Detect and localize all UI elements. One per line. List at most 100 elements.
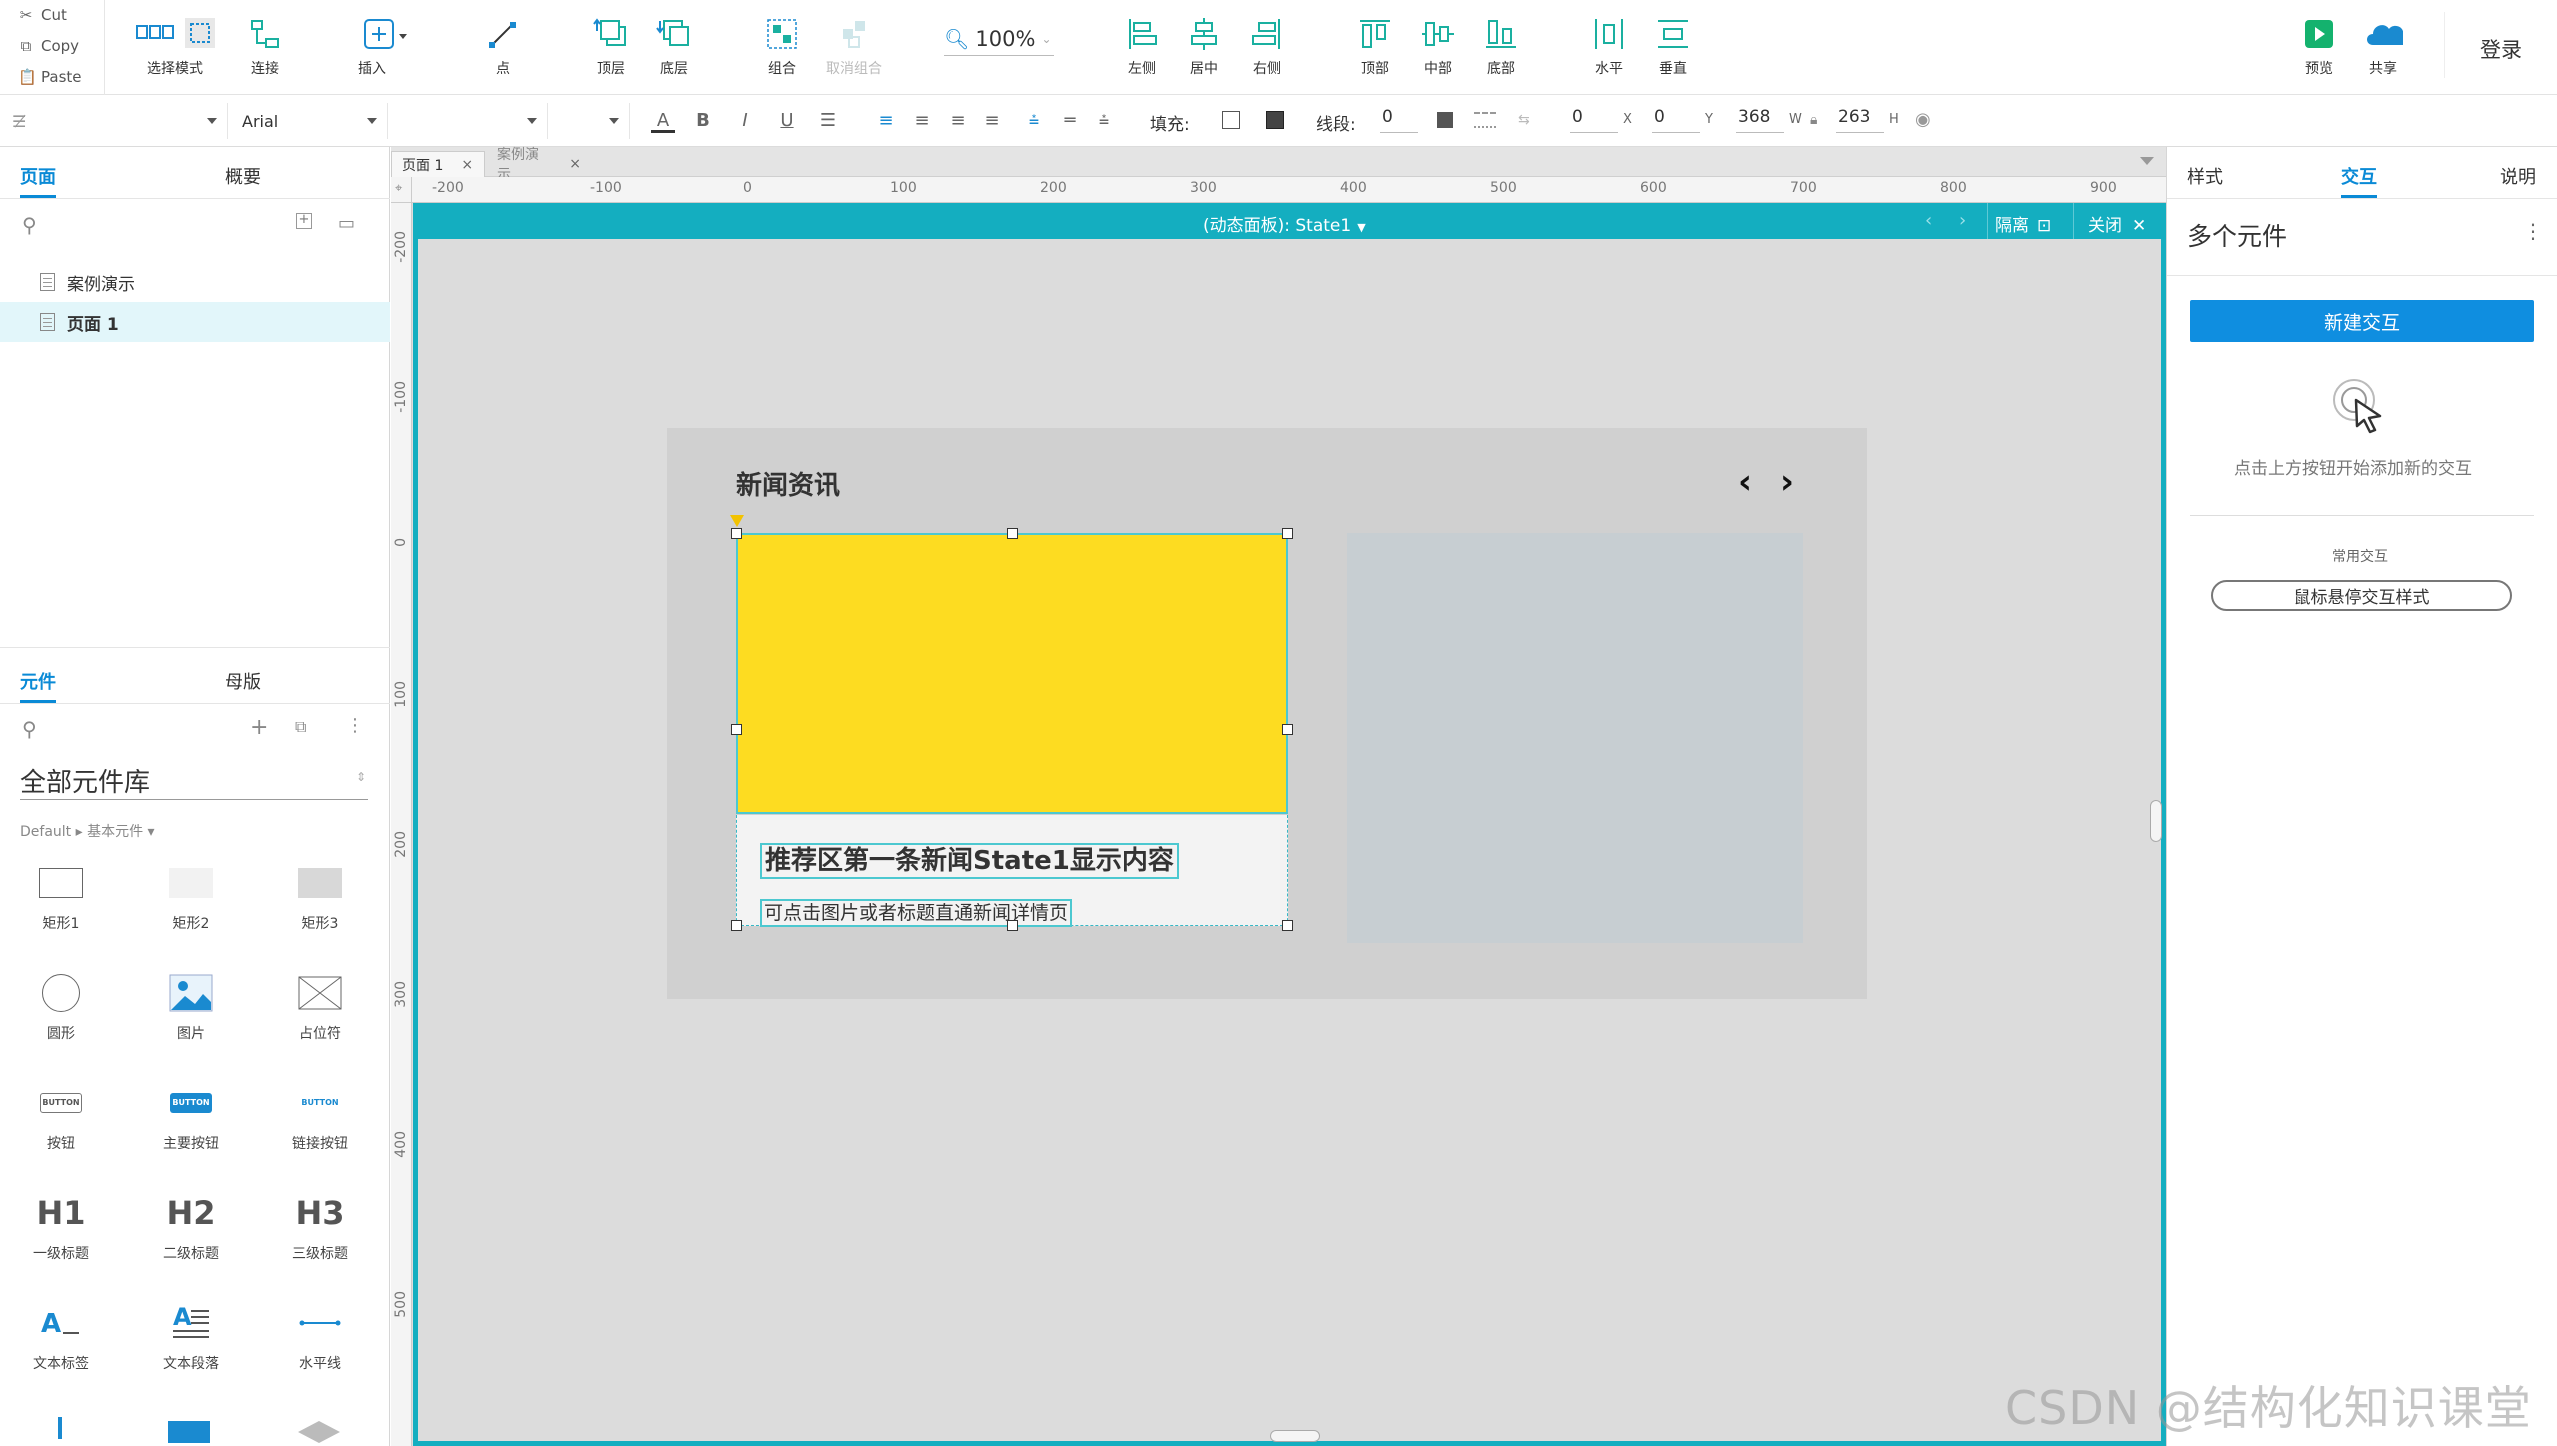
copy-button[interactable]: ⧉ Copy — [18, 35, 79, 57]
underline-button[interactable]: U — [775, 109, 799, 133]
distribute-vertical-button[interactable]: 垂直 — [1630, 14, 1716, 78]
widget-button[interactable]: BUTTON 按钮 — [1, 1077, 121, 1153]
widget-circle[interactable]: 圆形 — [1, 967, 121, 1043]
shadow-swatch[interactable] — [1266, 111, 1284, 129]
valign-top-button[interactable]: ⩮ — [1022, 109, 1046, 133]
y-input[interactable]: 0 — [1652, 107, 1700, 133]
valign-middle-button[interactable]: ═ — [1058, 109, 1082, 133]
cut-button[interactable]: ✂ Cut — [18, 4, 67, 26]
point-button[interactable]: 点 — [460, 14, 546, 78]
widget-rectangle3[interactable]: 矩形3 — [260, 857, 380, 933]
share-button[interactable]: 共享 — [2340, 14, 2426, 78]
tab-widgets[interactable]: 元件 — [20, 668, 56, 703]
new-interaction-button[interactable]: 新建交互 — [2190, 300, 2534, 342]
more-vertical-icon[interactable]: ⋮ — [346, 715, 364, 736]
hover-style-button[interactable]: 鼠标悬停交互样式 — [2211, 580, 2512, 611]
tabs-overflow-icon[interactable] — [2140, 157, 2154, 165]
resize-handle[interactable] — [1282, 528, 1293, 539]
width-input[interactable]: 368 — [1736, 107, 1784, 133]
tab-masters[interactable]: 母版 — [225, 668, 261, 694]
widget-image[interactable]: 图片 — [131, 967, 251, 1043]
vertical-scroll-handle[interactable] — [2150, 800, 2162, 842]
library-select[interactable]: 全部元件库 ⇕ — [20, 762, 368, 800]
tab-pages[interactable]: 页面 — [20, 163, 56, 198]
valign-bottom-button[interactable]: ⩮ — [1092, 109, 1116, 133]
widget-primary-button[interactable]: BUTTON 主要按钮 — [131, 1077, 251, 1153]
widget-heading2[interactable]: H2 二级标题 — [131, 1187, 251, 1263]
widget-rectangle2[interactable]: 矩形2 — [131, 857, 251, 933]
chevron-left-icon[interactable]: ‹ — [1738, 462, 1752, 502]
tab-style[interactable]: 样式 — [2187, 163, 2223, 189]
rotate-anchor-icon[interactable] — [730, 515, 744, 527]
isolate-button[interactable]: 隔离 ⊡ — [1995, 211, 2051, 236]
line-width-input[interactable]: 0 — [1380, 107, 1418, 133]
align-right-button[interactable]: 右侧 — [1224, 14, 1310, 78]
visibility-eye-icon[interactable]: ◉ — [1915, 109, 1931, 130]
bold-button[interactable]: B — [691, 109, 715, 133]
fill-color-swatch[interactable] — [1222, 111, 1240, 129]
state-select[interactable]: (动态面板): State1 ▼ — [1203, 211, 1366, 236]
widget-search-icon[interactable]: ⚲ — [22, 717, 37, 741]
news-headline[interactable]: 推荐区第一条新闻State1显示内容 — [760, 843, 1179, 879]
news-subtitle[interactable]: 可点击图片或者标题直通新闻详情页 — [760, 899, 1073, 927]
close-panel-button[interactable]: 关闭 ✕ — [2088, 211, 2146, 236]
connect-button[interactable]: 连接 — [222, 14, 308, 78]
news-section-title[interactable]: 新闻资讯 — [736, 465, 840, 502]
line-style-button[interactable] — [1474, 112, 1496, 128]
italic-button[interactable]: I — [733, 109, 757, 133]
page-item-page1[interactable]: 页面 1 — [0, 302, 390, 342]
resize-handle[interactable] — [1282, 920, 1293, 931]
align-bottom-button[interactable]: 底部 — [1458, 14, 1544, 78]
tab-notes[interactable]: 说明 — [2500, 163, 2536, 189]
tab-outline[interactable]: 概要 — [225, 163, 261, 189]
resize-handle[interactable] — [1007, 528, 1018, 539]
insert-button[interactable]: 插入 — [340, 14, 426, 78]
ungroup-button[interactable]: 取消组合 — [811, 14, 897, 78]
page-item-demo[interactable]: 案例演示 — [0, 262, 390, 302]
line-color-swatch[interactable] — [1437, 112, 1453, 128]
close-tab-icon[interactable]: × — [569, 156, 581, 172]
news-card-secondary[interactable] — [1347, 533, 1803, 943]
lock-icon[interactable]: 🔒︎ — [1810, 112, 1817, 128]
widget-rectangle1[interactable]: 矩形1 — [1, 857, 121, 933]
next-state-icon[interactable]: › — [1959, 210, 1966, 231]
justify-text-button[interactable]: ≡ — [980, 109, 1004, 133]
font-family-select[interactable]: Arial — [230, 103, 388, 139]
resize-handle[interactable] — [1007, 920, 1018, 931]
news-image-placeholder[interactable] — [736, 533, 1288, 814]
arrow-style-button[interactable]: ⇆ — [1518, 112, 1540, 128]
prev-state-icon[interactable]: ‹ — [1925, 210, 1932, 231]
style-select[interactable]: ☰̸ — [0, 103, 228, 139]
widget-heading1[interactable]: H1 一级标题 — [1, 1187, 121, 1263]
page-search-icon[interactable]: ⚲ — [22, 213, 37, 237]
doc-tab-page1[interactable]: 页面 1 × — [391, 151, 485, 177]
widget-text-paragraph[interactable]: A 文本段落 — [131, 1297, 251, 1373]
horizontal-scroll-handle[interactable] — [1270, 1430, 1320, 1442]
resize-handle[interactable] — [1282, 724, 1293, 735]
widget-text-label[interactable]: A 文本标签 — [1, 1297, 121, 1373]
text-color-button[interactable]: A — [651, 109, 675, 133]
height-input[interactable]: 263 — [1836, 107, 1884, 133]
align-text-left-button[interactable]: ≡ — [874, 109, 898, 133]
x-input[interactable]: 0 — [1570, 107, 1618, 133]
send-to-back-button[interactable]: 底层 — [631, 14, 717, 78]
resize-handle[interactable] — [731, 528, 742, 539]
library-breadcrumb[interactable]: Default ▸ 基本元件 ▾ — [20, 821, 155, 841]
resize-handle[interactable] — [731, 724, 742, 735]
widget-link-button[interactable]: BUTTON 链接按钮 — [260, 1077, 380, 1153]
align-text-right-button[interactable]: ≡ — [946, 109, 970, 133]
font-style-select[interactable] — [390, 103, 548, 139]
font-size-select[interactable] — [550, 103, 630, 139]
more-options-icon[interactable]: ⋮ — [2523, 219, 2543, 243]
widget-heading3[interactable]: H3 三级标题 — [260, 1187, 380, 1263]
add-page-icon[interactable]: + — [296, 213, 312, 229]
widget-horizontal-line[interactable]: 水平线 — [260, 1297, 380, 1373]
select-mode-button[interactable]: 选择模式 — [133, 14, 217, 78]
resize-handle[interactable] — [731, 920, 742, 931]
zoom-select[interactable]: 🔍︎ 100% ⌄ — [944, 22, 1054, 56]
add-library-icon[interactable]: + — [250, 715, 268, 740]
paste-button[interactable]: 📋 Paste — [18, 66, 82, 88]
add-folder-icon[interactable]: ▭ — [338, 213, 355, 234]
close-tab-icon[interactable]: × — [461, 157, 473, 173]
login-link[interactable]: 登录 — [2480, 34, 2522, 64]
